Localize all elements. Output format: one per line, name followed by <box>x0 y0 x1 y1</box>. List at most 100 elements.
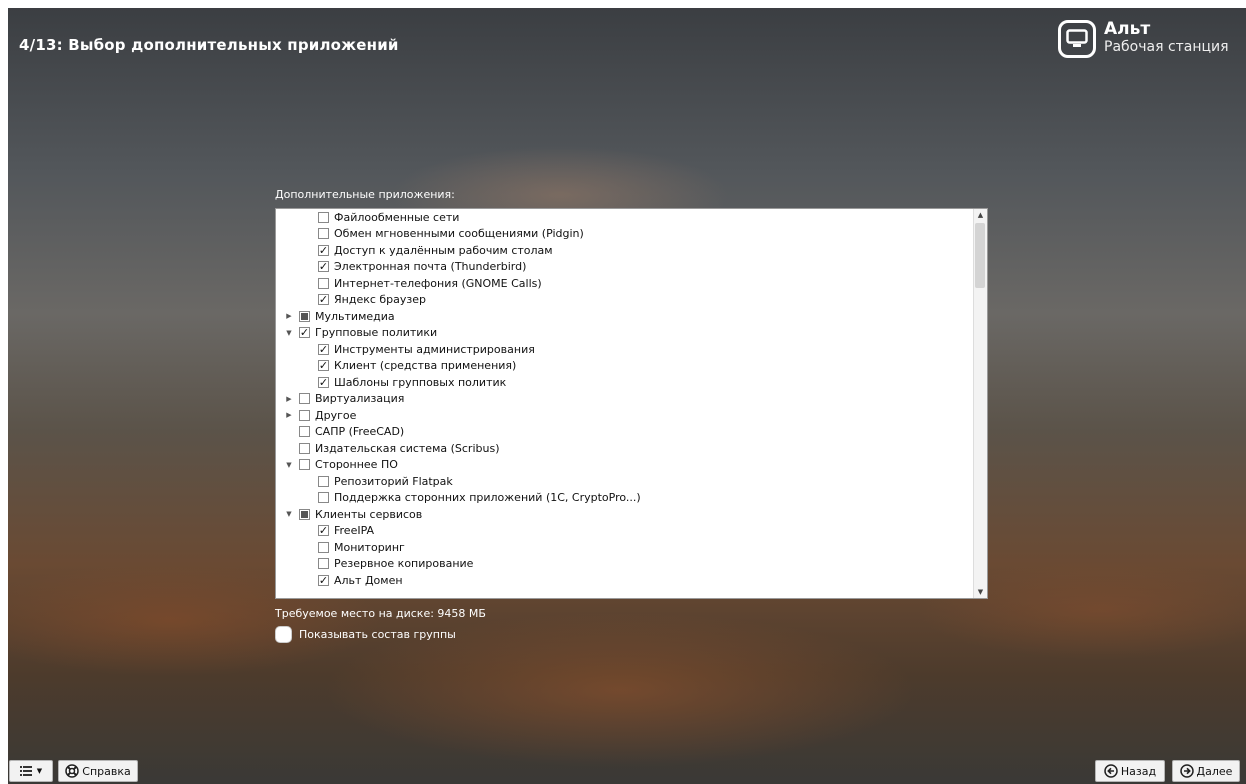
show-group-toggle[interactable]: Показывать состав группы <box>275 626 456 643</box>
item-label: Мониторинг <box>334 540 405 554</box>
item-checkbox[interactable]: ✓ <box>318 261 329 273</box>
help-label: Справка <box>82 764 131 778</box>
item-label: Другое <box>315 408 357 422</box>
item-checkbox[interactable]: ✓ <box>318 244 329 256</box>
item-label: Репозиторий Flatpak <box>334 474 453 488</box>
item-checkbox[interactable] <box>318 475 329 487</box>
item-checkbox[interactable] <box>299 393 310 405</box>
tree-row[interactable]: Репозиторий Flatpak <box>276 473 987 490</box>
tree-row[interactable]: ▶ Мультимедиа <box>276 308 987 325</box>
item-checkbox[interactable] <box>299 442 310 454</box>
disk-space-text: Требуемое место на диске: 9458 МБ <box>275 607 486 620</box>
item-checkbox[interactable] <box>318 541 329 553</box>
item-label: Групповые политики <box>315 326 438 340</box>
chevron-down-icon[interactable]: ▼ <box>283 506 295 522</box>
page-title: 4/13: Выбор дополнительных приложений <box>19 36 399 54</box>
monitor-icon <box>1058 20 1096 58</box>
next-button[interactable]: Далее <box>1172 760 1240 782</box>
item-checkbox[interactable] <box>318 492 329 504</box>
chevron-right-icon[interactable]: ▶ <box>283 391 295 407</box>
item-checkbox[interactable]: ✓ <box>318 376 329 388</box>
tree-row[interactable]: ▼ ✓ Групповые политики <box>276 325 987 342</box>
tree-row[interactable]: Издательская система (Scribus) <box>276 440 987 457</box>
back-label: Назад <box>1120 764 1157 778</box>
arrow-right-circle-icon <box>1179 764 1194 778</box>
item-label: FreeIPA <box>334 524 375 538</box>
item-checkbox[interactable] <box>299 426 310 438</box>
item-label: Доступ к удалённым рабочим столам <box>334 243 553 257</box>
tree-row[interactable]: ▶ Виртуализация <box>276 391 987 408</box>
tree-row[interactable]: ▼ Стороннее ПО <box>276 457 987 474</box>
tree-row[interactable]: Поддержка сторонних приложений (1C, Cryp… <box>276 490 987 507</box>
item-checkbox[interactable] <box>299 310 310 322</box>
chevron-right-icon[interactable]: ▶ <box>283 308 295 324</box>
item-label: Поддержка сторонних приложений (1C, Cryp… <box>334 491 641 505</box>
item-checkbox[interactable] <box>318 277 329 289</box>
lifebuoy-icon <box>65 764 80 778</box>
apps-tree-items: Файлообменные сети Обмен мгновенными сооб… <box>276 209 987 589</box>
item-checkbox[interactable]: ✓ <box>318 343 329 355</box>
tree-row[interactable]: ✓ Инструменты администрирования <box>276 341 987 358</box>
tree-row[interactable]: ✓ Электронная почта (Thunderbird) <box>276 259 987 276</box>
item-label: Мультимедиа <box>315 309 395 323</box>
show-group-checkbox[interactable] <box>275 626 292 643</box>
scroll-up-icon[interactable]: ▲ <box>974 209 987 221</box>
item-checkbox[interactable] <box>318 228 329 240</box>
tree-row[interactable]: Обмен мгновенными сообщениями (Pidgin) <box>276 226 987 243</box>
item-checkbox[interactable] <box>299 459 310 471</box>
brand-name: Альт <box>1104 19 1151 39</box>
tree-row[interactable]: ✓ Доступ к удалённым рабочим столам <box>276 242 987 259</box>
apps-tree[interactable]: Файлообменные сети Обмен мгновенными сооб… <box>275 208 988 599</box>
item-checkbox[interactable] <box>299 508 310 520</box>
tree-row[interactable]: ✓ Шаблоны групповых политик <box>276 374 987 391</box>
tree-row[interactable]: ✓ Клиент (средства применения) <box>276 358 987 375</box>
left-frame-border <box>0 0 8 784</box>
item-checkbox[interactable]: ✓ <box>299 327 310 339</box>
tree-row[interactable]: Мониторинг <box>276 539 987 556</box>
back-button[interactable]: Назад <box>1095 760 1165 782</box>
item-checkbox[interactable] <box>318 558 329 570</box>
next-label: Далее <box>1196 764 1233 778</box>
tree-row[interactable]: ✓ Альт Домен <box>276 572 987 589</box>
arrow-left-circle-icon <box>1104 764 1118 778</box>
tree-row[interactable]: САПР (FreeCAD) <box>276 424 987 441</box>
show-group-label: Показывать состав группы <box>299 628 456 641</box>
vertical-scrollbar[interactable]: ▲ ▼ <box>973 209 987 598</box>
chevron-down-icon[interactable]: ▼ <box>283 325 295 341</box>
item-label: Файлообменные сети <box>334 210 460 224</box>
item-checkbox[interactable]: ✓ <box>318 360 329 372</box>
tree-row[interactable]: ✓ FreeIPA <box>276 523 987 540</box>
tree-row[interactable]: Резервное копирование <box>276 556 987 573</box>
brand-text: Альт Рабочая станция <box>1104 20 1229 56</box>
chevron-down-icon: ▼ <box>36 767 43 775</box>
item-label: Стороннее ПО <box>315 458 398 472</box>
item-checkbox[interactable] <box>299 409 310 421</box>
tree-row[interactable]: ▼ Клиенты сервисов <box>276 506 987 523</box>
brand: Альт Рабочая станция <box>1058 20 1229 58</box>
item-checkbox[interactable]: ✓ <box>318 525 329 537</box>
chevron-right-icon[interactable]: ▶ <box>283 407 295 423</box>
item-checkbox[interactable] <box>318 211 329 223</box>
scroll-thumb[interactable] <box>975 223 985 288</box>
apps-section-label: Дополнительные приложения: <box>275 188 455 201</box>
brand-subtitle: Рабочая станция <box>1104 39 1229 55</box>
item-label: Клиенты сервисов <box>315 507 423 521</box>
item-checkbox[interactable]: ✓ <box>318 574 329 586</box>
tree-row[interactable]: ▶ Другое <box>276 407 987 424</box>
item-label: САПР (FreeCAD) <box>315 425 405 439</box>
tree-row[interactable]: Файлообменные сети <box>276 209 987 226</box>
item-checkbox[interactable]: ✓ <box>318 294 329 306</box>
item-label: Резервное копирование <box>334 557 474 571</box>
tree-row[interactable]: Интернет-телефония (GNOME Calls) <box>276 275 987 292</box>
item-label: Обмен мгновенными сообщениями (Pidgin) <box>334 227 584 241</box>
tree-row[interactable]: ✓ Яндекс браузер <box>276 292 987 309</box>
top-frame-border <box>0 0 1246 8</box>
scroll-down-icon[interactable]: ▼ <box>974 586 987 598</box>
menu-button[interactable]: ▼ <box>9 760 53 782</box>
chevron-down-icon[interactable]: ▼ <box>283 457 295 473</box>
help-button[interactable]: Справка <box>58 760 138 782</box>
item-label: Альт Домен <box>334 573 403 587</box>
item-label: Яндекс браузер <box>334 293 427 307</box>
item-label: Виртуализация <box>315 392 405 406</box>
